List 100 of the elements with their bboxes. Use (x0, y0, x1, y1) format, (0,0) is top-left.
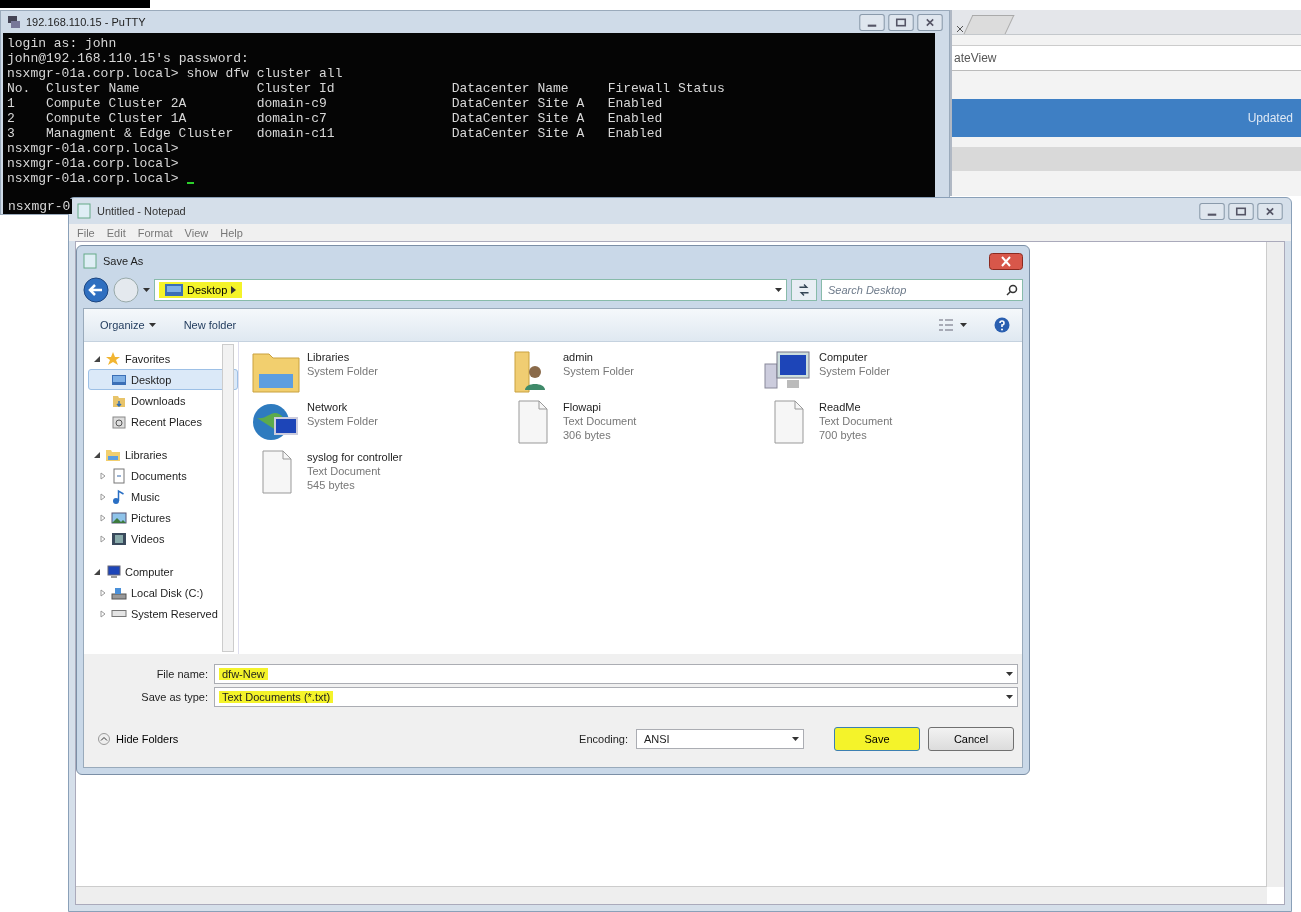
explorer-entry[interactable]: admin System Folder (507, 350, 763, 400)
explorer-entry[interactable]: Network System Folder (251, 400, 507, 450)
menu-item[interactable]: Edit (106, 226, 126, 239)
menu-item[interactable]: Help (220, 226, 243, 239)
close-button[interactable] (917, 13, 943, 31)
nav-item[interactable]: Music (88, 486, 238, 507)
desktop-icon (165, 284, 183, 296)
star-icon (105, 350, 121, 367)
explorer-entry[interactable]: Libraries System Folder (251, 350, 507, 400)
file-name: Libraries (307, 350, 351, 364)
nav-item[interactable]: Computer (88, 561, 238, 582)
menu-item[interactable]: File (77, 226, 95, 239)
dropdown-arrow-icon[interactable] (1006, 672, 1013, 676)
dropdown-arrow-icon[interactable] (775, 288, 782, 292)
maximize-button[interactable] (888, 13, 914, 31)
nav-item[interactable]: Favorites (88, 348, 238, 369)
file-type: System Folder (307, 364, 378, 378)
explorer-entry[interactable]: Flowapi Text Document 306 bytes (507, 400, 763, 450)
minimize-button[interactable] (859, 13, 885, 31)
address-text[interactable]: ateView (954, 51, 997, 65)
table-cell-text: Enabled (607, 126, 664, 141)
clock-folder-icon (111, 413, 127, 430)
expanded-arrow-icon[interactable] (93, 450, 101, 459)
cancel-button[interactable]: Cancel (928, 727, 1014, 751)
save-button[interactable]: Save (834, 727, 920, 751)
organize-menu[interactable]: Organize (96, 317, 160, 333)
computer-icon (105, 563, 121, 580)
collapsed-arrow-icon[interactable] (99, 609, 107, 618)
address-bar[interactable]: Desktop (154, 279, 787, 301)
explorer-entry[interactable]: Computer System Folder (763, 350, 1013, 400)
dropdown-arrow-icon[interactable] (143, 288, 150, 292)
vertical-scrollbar[interactable] (1266, 242, 1284, 887)
terminal-line: nsxmgr-01a.corp.local> show dfw cluster all (7, 66, 343, 81)
close-button[interactable] (1257, 202, 1283, 220)
expanded-arrow-icon[interactable] (93, 567, 101, 576)
collapsed-arrow-icon[interactable] (99, 471, 107, 480)
collapsed-arrow-icon[interactable] (99, 588, 107, 597)
close-icon[interactable] (956, 24, 964, 34)
close-button[interactable] (989, 252, 1023, 270)
file-type: Text Document (819, 414, 893, 428)
nav-item[interactable]: Pictures (88, 507, 238, 528)
nav-item[interactable]: Videos (88, 528, 238, 549)
expanded-arrow-icon[interactable] (93, 354, 101, 363)
field-label: File name: (155, 668, 209, 680)
terminal-prompt: nsxmgr-01a.corp.local> (7, 171, 194, 186)
explorer-entry[interactable]: syslog for controller Text Document 545 bytes (251, 450, 507, 500)
nav-item[interactable]: Downloads (88, 390, 238, 411)
toolbar-button[interactable]: New folder (179, 317, 241, 333)
terminal-line: john@192.168.110.15's password: (7, 51, 249, 66)
horizontal-scrollbar[interactable] (76, 886, 1267, 904)
file-type-dropdown[interactable]: Text Documents (*.txt) (214, 687, 1018, 707)
table-cell-text: 3 (7, 126, 16, 141)
menu-item[interactable]: Format (137, 226, 173, 239)
table-cell-text: Managment & Edge Cluster (46, 126, 235, 141)
view-options-icon[interactable] (938, 318, 968, 332)
collapsed-arrow-icon[interactable] (99, 534, 107, 543)
nav-item[interactable]: System Reserved (88, 603, 238, 624)
dropdown-arrow-icon[interactable] (1006, 695, 1013, 699)
collapsed-arrow-icon[interactable] (99, 513, 107, 522)
column-header: Firewall Status (607, 81, 725, 96)
dropdown-arrow-icon[interactable] (792, 737, 799, 741)
file-name-field[interactable]: dfw-New (214, 664, 1018, 684)
refresh-button[interactable] (791, 279, 817, 301)
help-icon[interactable] (994, 317, 1010, 333)
maximize-button[interactable] (1228, 202, 1254, 220)
table-cell-text: DataCenter Site A (451, 126, 586, 141)
film-icon (111, 530, 127, 547)
banner-text: Updated (1247, 111, 1293, 125)
encoding-dropdown[interactable]: ANSI (636, 729, 804, 749)
terminal-line: login as: john (7, 36, 117, 51)
music-note-icon (111, 488, 127, 505)
breadcrumb[interactable]: Desktop (159, 282, 243, 298)
scrollbar[interactable] (222, 344, 234, 652)
minimize-button[interactable] (1199, 202, 1225, 220)
terminal-app-icon (7, 15, 21, 29)
dropdown-arrow-icon[interactable] (148, 323, 156, 327)
file-name: Flowapi (563, 400, 602, 414)
table-cell-text: 2 (7, 111, 16, 126)
nav-item[interactable]: Desktop (88, 369, 238, 390)
file-size: 700 bytes (819, 428, 868, 442)
nav-item[interactable]: Local Disk (C:) (88, 582, 238, 603)
dialog-title: Save As (103, 255, 144, 267)
table-cell-text: domain-c9 (256, 96, 328, 111)
terminal-prompt: nsxmgr-01a.corp.local> (7, 156, 179, 171)
window-title: 192.168.110.15 - PuTTY (26, 16, 146, 28)
hide-folders-button[interactable]: Hide Folders (92, 732, 185, 746)
explorer-entry[interactable]: ReadMe Text Document 700 bytes (763, 400, 1013, 450)
nav-item[interactable]: Documents (88, 465, 238, 486)
nav-item[interactable]: Libraries (88, 444, 238, 465)
field-label: Encoding: (579, 733, 628, 745)
picture-icon (111, 509, 127, 526)
menu-item[interactable]: View (184, 226, 209, 239)
search-box[interactable]: Search Desktop (821, 279, 1023, 301)
nav-item[interactable]: Recent Places (88, 411, 238, 432)
notepad-icon (77, 203, 91, 219)
text-cursor (186, 182, 194, 184)
file-size: 306 bytes (563, 428, 612, 442)
back-button[interactable] (83, 277, 109, 303)
terminal-prompt: nsxmgr-01a.corp.local> (7, 141, 179, 156)
collapsed-arrow-icon[interactable] (99, 492, 107, 501)
